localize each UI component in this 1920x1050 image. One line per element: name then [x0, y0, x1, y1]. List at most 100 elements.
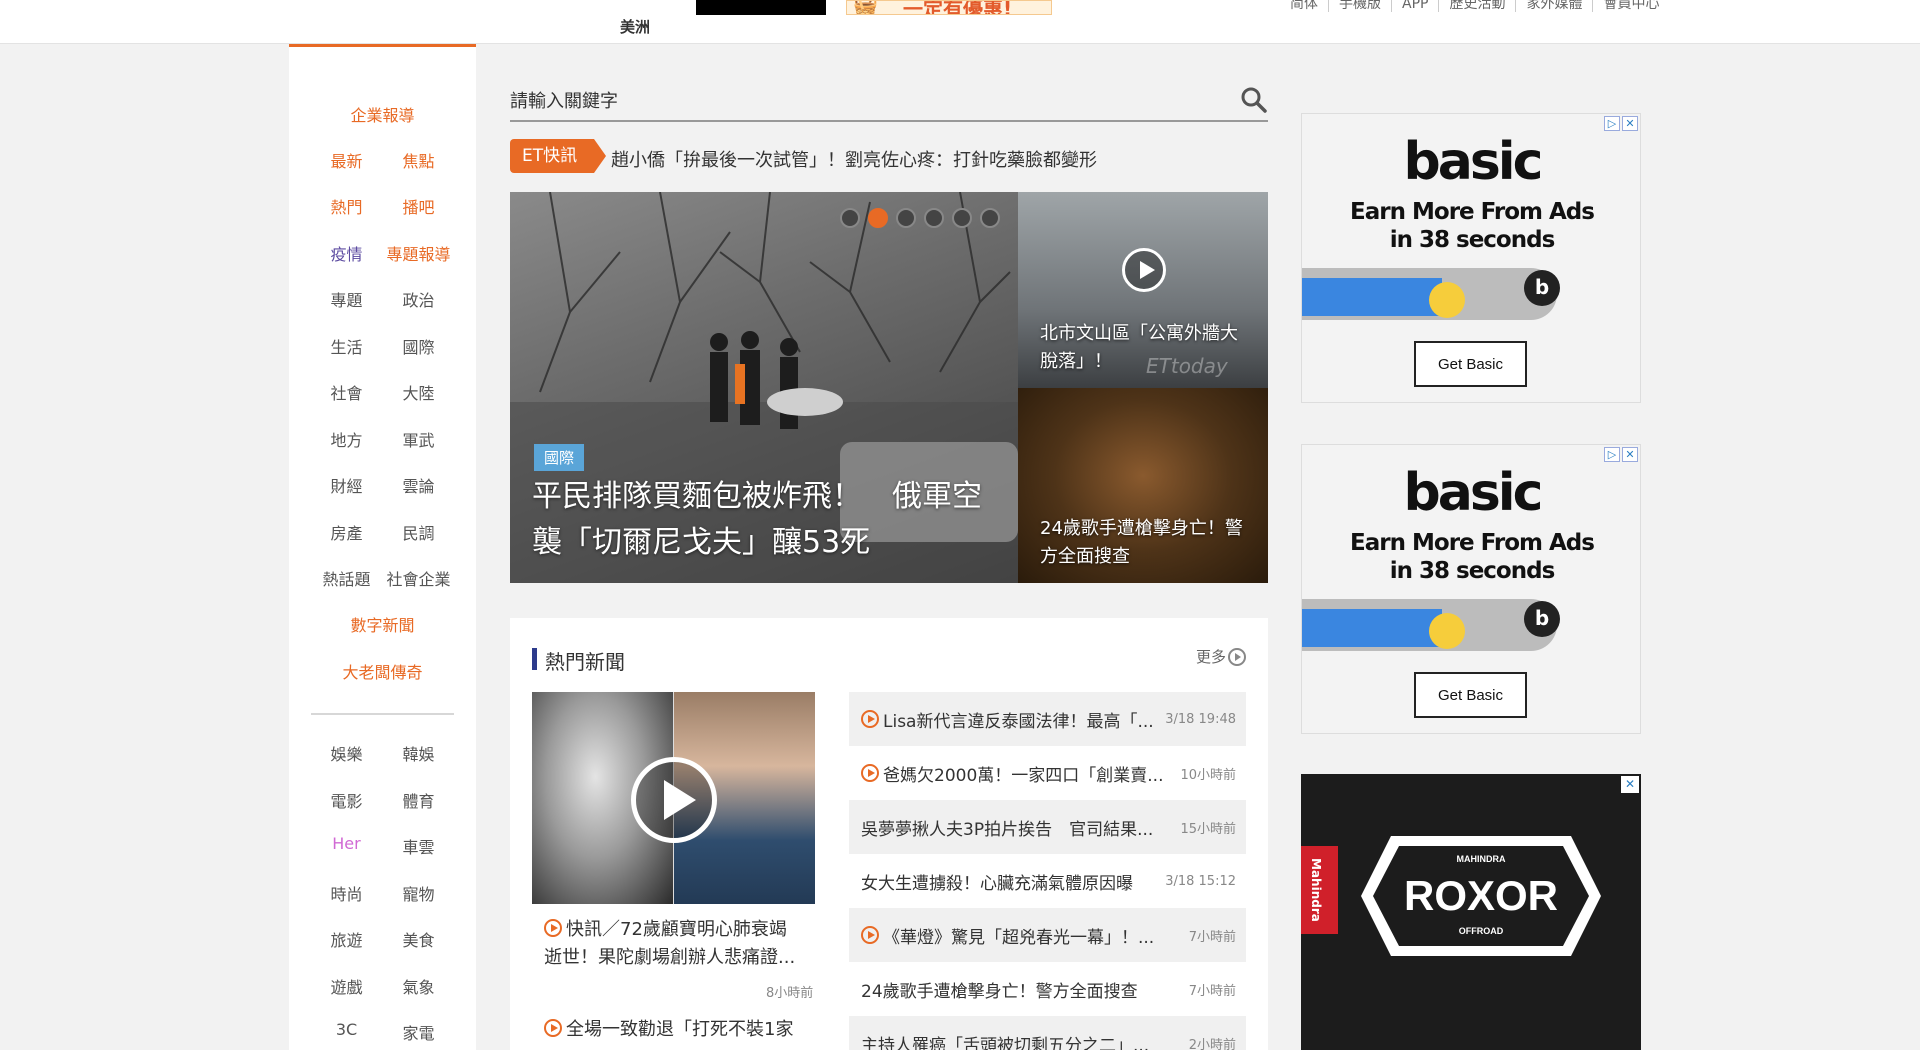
nav-travel[interactable]: 旅遊 — [311, 927, 383, 951]
hero-category-tag[interactable]: 國際 — [534, 444, 585, 471]
list-item[interactable]: 女大生遭擄殺！心臟充滿氣體原因曝 3/18 15:12 — [849, 854, 1246, 908]
top-link-outdoor-media[interactable]: 家外媒體 — [1516, 0, 1594, 12]
list-item-title: 女大生遭擄殺！心臟充滿氣體原因曝 — [861, 873, 1133, 894]
side-story-2[interactable]: 24歲歌手遭槍擊身亡！警方全面搜查 — [1018, 388, 1268, 583]
nav-sports[interactable]: 體育 — [383, 788, 455, 812]
nav-korean-ent[interactable]: 韓娛 — [383, 741, 455, 765]
nav-row-12: 電影 體育 — [289, 788, 476, 812]
adchoices-icon[interactable]: ▷ — [1604, 116, 1620, 131]
nav-politics[interactable]: 政治 — [383, 287, 455, 311]
nav-topic[interactable]: 專題 — [311, 287, 383, 311]
adchoices-icon[interactable]: ▷ — [1604, 447, 1620, 462]
nav-hot[interactable]: 熱門 — [311, 194, 383, 218]
close-icon[interactable]: ✕ — [1622, 116, 1638, 131]
carousel-dot-4[interactable] — [924, 208, 944, 228]
featured-news-image[interactable] — [532, 692, 815, 904]
site-logo[interactable] — [520, 0, 640, 12]
featured-news-title[interactable]: 快訊／72歲顧寶明心肺衰竭逝世！果陀劇場創辦人悲痛證... — [544, 916, 804, 972]
hero-headline[interactable]: 平民排隊買麵包被炸飛！ 俄軍空襲「切爾尼戈夫」釀53死 — [532, 474, 1002, 566]
carousel-dot-6[interactable] — [980, 208, 1000, 228]
carousel-dot-5[interactable] — [952, 208, 972, 228]
search-icon[interactable] — [1240, 86, 1268, 114]
header-ad-strip[interactable] — [696, 0, 826, 15]
nav-property[interactable]: 房產 — [311, 520, 383, 544]
list-item[interactable]: 爸媽欠2000萬！一家四口「創業賣... 10小時前 — [849, 746, 1246, 800]
nav-social-enterprise[interactable]: 社會企業 — [383, 566, 455, 590]
video-icon — [544, 1019, 562, 1037]
nav-boss-legend[interactable]: 大老闆傳奇 — [289, 659, 476, 683]
hero-carousel[interactable]: 國際 平民排隊買麵包被炸飛！ 俄軍空襲「切爾尼戈夫」釀53死 — [510, 192, 1018, 583]
video-play-icon[interactable] — [631, 757, 717, 843]
promo-banner[interactable]: 🧺 一定有優惠! — [846, 0, 1052, 15]
nav-podcast[interactable]: 播吧 — [383, 194, 455, 218]
nav-games[interactable]: 遊戲 — [311, 974, 383, 998]
second-featured-title[interactable]: 全場一致勸退「打死不裝1家 — [544, 1016, 804, 1044]
side-story-1-title[interactable]: 北市文山區「公寓外牆大脫落」！ — [1040, 320, 1255, 376]
nav-cars[interactable]: 車雲 — [383, 834, 455, 858]
basic-ad-2[interactable]: ▷ ✕ basic Earn More From Ads in 38 secon… — [1301, 444, 1641, 734]
ad-choices[interactable]: ▷ ✕ — [1604, 116, 1638, 131]
nav-row-14: 時尚 寵物 — [289, 881, 476, 905]
nav-movies[interactable]: 電影 — [311, 788, 383, 812]
list-item[interactable]: 24歲歌手遭槍擊身亡！警方全面搜查 7小時前 — [849, 962, 1246, 1016]
nav-special-report[interactable]: 專題報導 — [383, 241, 455, 265]
breaking-news-headline[interactable]: 趙小僑「拚最後一次試管」！劉亮佐心疼：打針吃藥臉都變形 — [611, 146, 1097, 172]
roxor-logo: MAHINDRA ROXOR OFFROAD — [1361, 836, 1601, 956]
nav-appliances[interactable]: 家電 — [383, 1020, 455, 1044]
carousel-dot-2[interactable] — [868, 208, 888, 228]
mahindra-roxor-ad[interactable]: ✕ Mahindra MAHINDRA ROXOR OFFROAD — [1301, 774, 1641, 1050]
carousel-dot-1[interactable] — [840, 208, 860, 228]
list-item[interactable]: 主持人罹癌「舌頭被切剩五分之二」... 2小時前 — [849, 1016, 1246, 1050]
side-story-1[interactable]: ETtoday 北市文山區「公寓外牆大脫落」！ — [1018, 192, 1268, 388]
nav-society[interactable]: 社會 — [311, 380, 383, 404]
nav-opinion[interactable]: 雲論 — [383, 473, 455, 497]
nav-focus[interactable]: 焦點 — [383, 148, 455, 172]
ad-headline: Earn More From Ads in 38 seconds — [1350, 530, 1595, 584]
nav-mainland[interactable]: 大陸 — [383, 380, 455, 404]
basic-b-icon: b — [1524, 601, 1560, 637]
nav-international[interactable]: 國際 — [383, 334, 455, 358]
nav-corporate-report[interactable]: 企業報導 — [289, 102, 476, 126]
nav-digital-news[interactable]: 數字新聞 — [289, 612, 476, 636]
nav-military[interactable]: 軍武 — [383, 427, 455, 451]
nav-entertainment[interactable]: 娛樂 — [311, 741, 383, 765]
top-link-simplified[interactable]: 简体 — [1280, 0, 1329, 12]
nav-weather[interactable]: 氣象 — [383, 974, 455, 998]
nav-3c[interactable]: 3C — [311, 1020, 383, 1044]
get-basic-button[interactable]: Get Basic — [1414, 672, 1527, 718]
carousel-dot-3[interactable] — [896, 208, 916, 228]
close-icon[interactable]: ✕ — [1622, 447, 1638, 462]
list-item[interactable]: Lisa新代言違反泰國法律！最高「... 3/18 19:48 — [849, 692, 1246, 746]
top-link-mobile[interactable]: 手機版 — [1329, 0, 1392, 12]
play-icon[interactable] — [1122, 248, 1166, 292]
nav-poll[interactable]: 民調 — [383, 520, 455, 544]
nav-hot-topics[interactable]: 熱話題 — [311, 566, 383, 590]
ad-headline: Earn More From Ads in 38 seconds — [1350, 199, 1595, 253]
region-label[interactable]: 美洲 — [620, 16, 650, 37]
list-item[interactable]: 《華燈》驚見「超兇春光一幕」！... 7小時前 — [849, 908, 1246, 962]
side-story-2-title[interactable]: 24歲歌手遭槍擊身亡！警方全面搜查 — [1040, 515, 1255, 571]
ad-choices[interactable]: ▷ ✕ — [1604, 447, 1638, 462]
video-icon — [861, 710, 879, 728]
nav-epidemic[interactable]: 疫情 — [311, 241, 383, 265]
hot-news-more-link[interactable]: 更多 — [1196, 646, 1246, 667]
get-basic-button[interactable]: Get Basic — [1414, 341, 1527, 387]
nav-finance[interactable]: 財經 — [311, 473, 383, 497]
nav-latest[interactable]: 最新 — [311, 148, 383, 172]
nav-food[interactable]: 美食 — [383, 927, 455, 951]
nav-local[interactable]: 地方 — [311, 427, 383, 451]
second-featured-title-text: 全場一致勸退「打死不裝1家 — [566, 1019, 794, 1040]
basic-logo: basic — [1403, 463, 1544, 523]
site-header: 美洲 🧺 一定有優惠! 简体 手機版 APP 歷史活動 家外媒體 會員中心 — [0, 0, 1920, 44]
top-link-app[interactable]: APP — [1392, 0, 1440, 12]
basic-ad-1[interactable]: ▷ ✕ basic Earn More From Ads in 38 secon… — [1301, 113, 1641, 403]
nav-pets[interactable]: 寵物 — [383, 881, 455, 905]
search-input[interactable] — [510, 86, 1210, 116]
top-link-member-center[interactable]: 會員中心 — [1593, 0, 1669, 12]
top-link-past-events[interactable]: 歷史活動 — [1439, 0, 1517, 12]
nav-her[interactable]: Her — [311, 834, 383, 858]
close-icon[interactable]: ✕ — [1621, 776, 1639, 793]
nav-life[interactable]: 生活 — [311, 334, 383, 358]
nav-fashion[interactable]: 時尚 — [311, 881, 383, 905]
list-item[interactable]: 吳夢夢揪人夫3P拍片挨告 官司結果... 15小時前 — [849, 800, 1246, 854]
